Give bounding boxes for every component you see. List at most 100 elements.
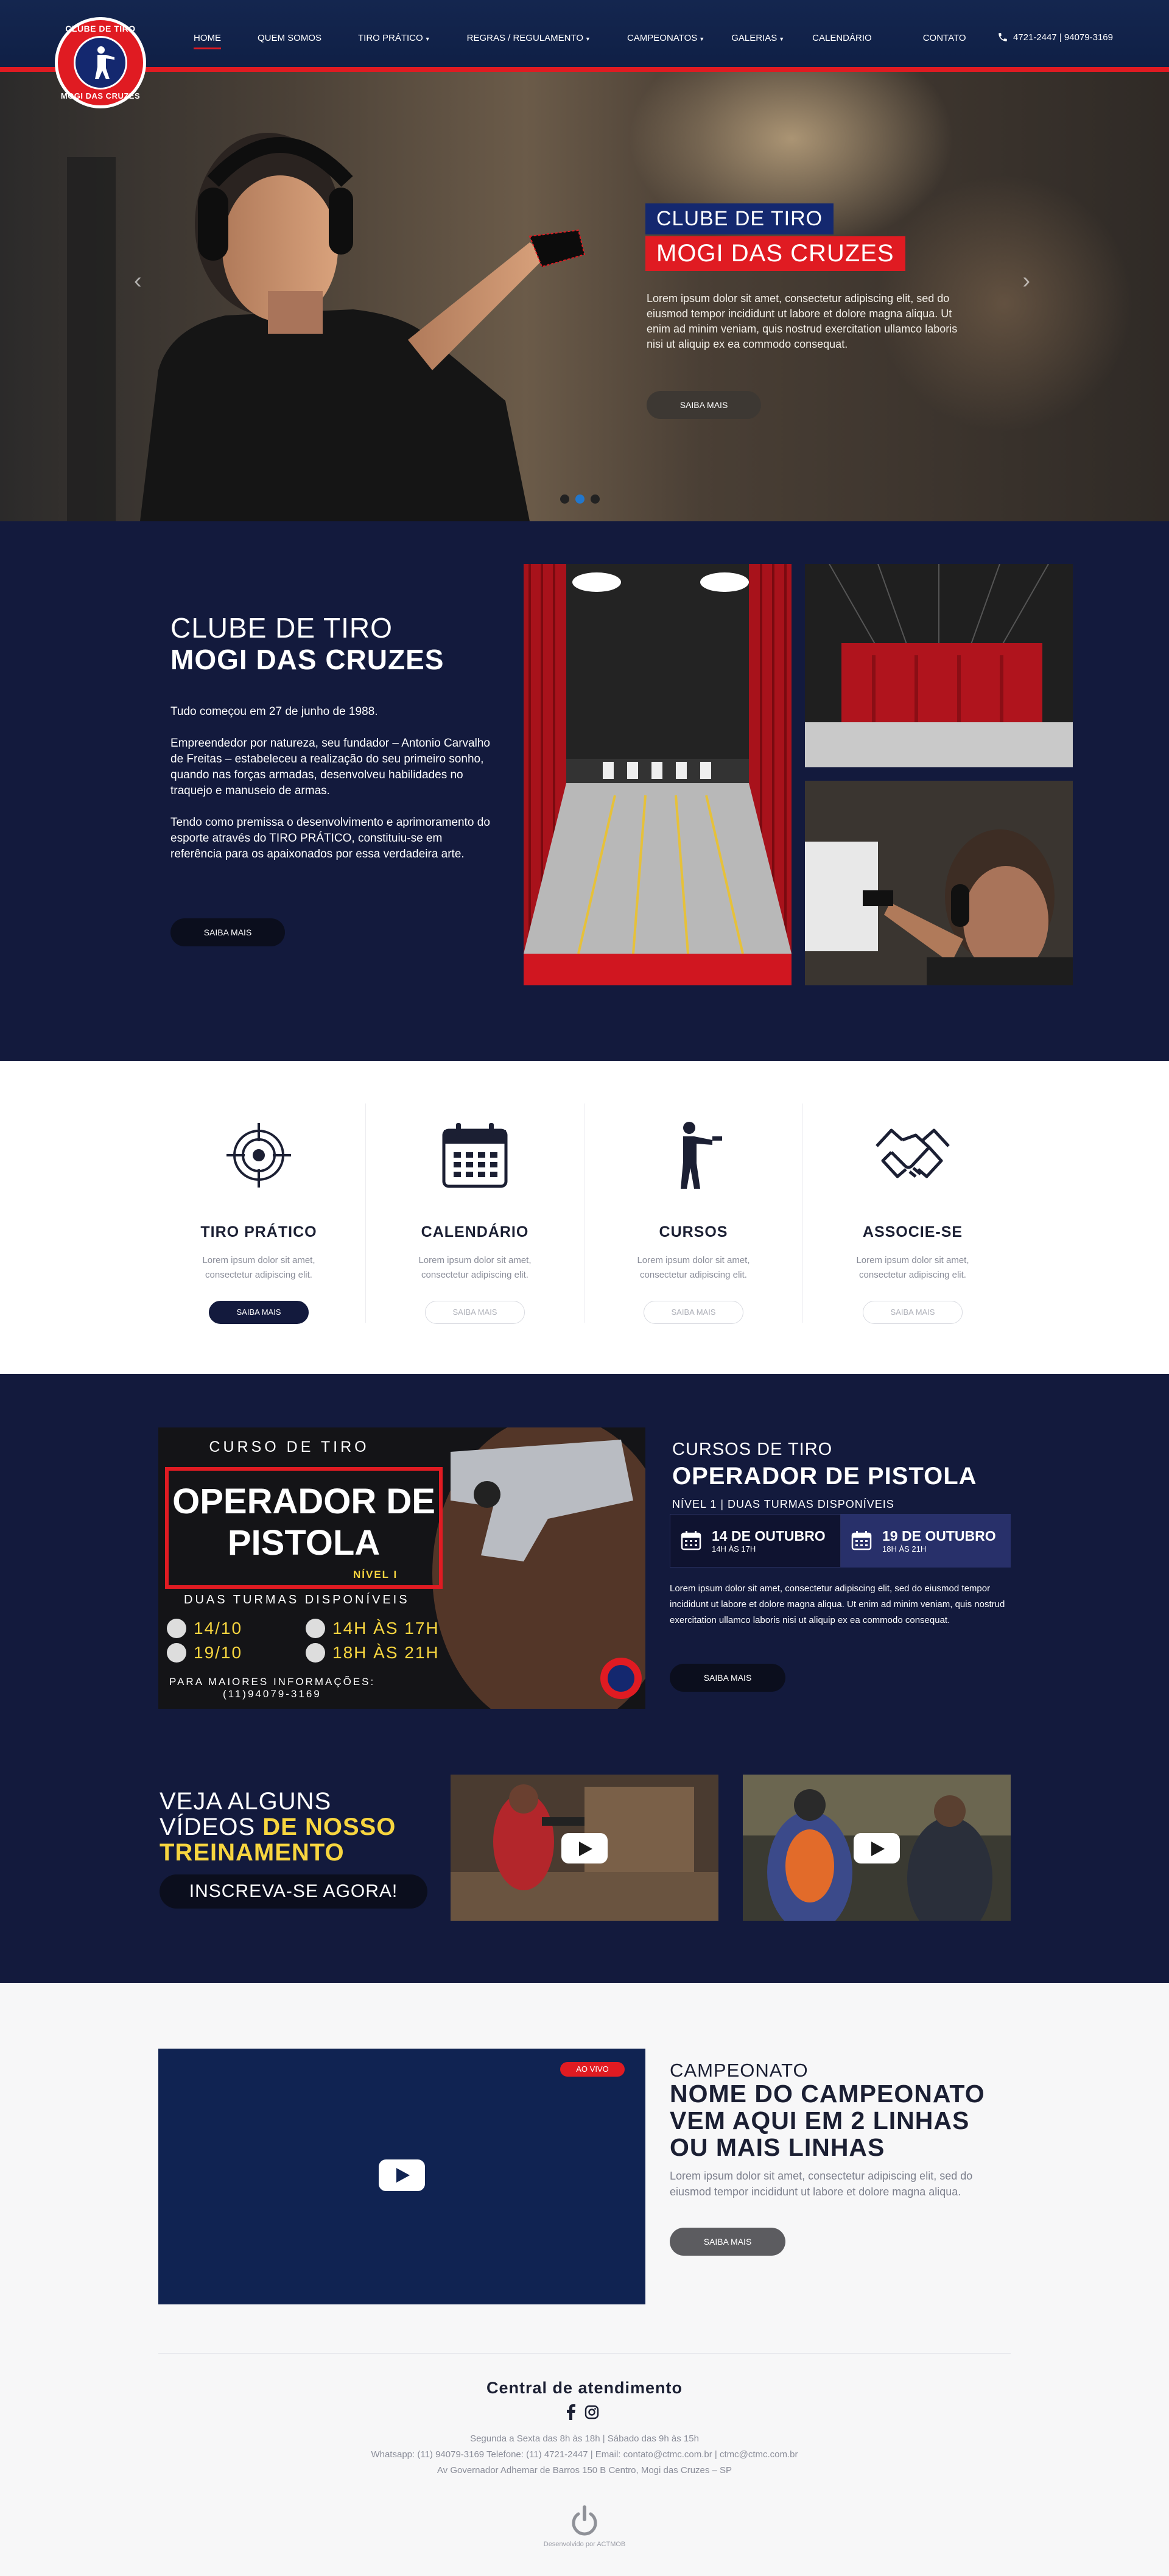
divider	[365, 1103, 366, 1323]
play-button-icon[interactable]	[379, 2159, 425, 2191]
hero-tag-clube: CLUBE DE TIRO	[645, 203, 834, 234]
phone-text: 4721-2447 | 94079-3169	[1013, 32, 1113, 43]
service-calendario: CALENDÁRIO Lorem ipsum dolor sit amet, c…	[384, 1116, 566, 1324]
calendar-icon	[681, 1531, 701, 1550]
header-phone[interactable]: 4721-2447 | 94079-3169	[997, 32, 1113, 43]
site-logo[interactable]: CLUBE DE TIRO MOGI DAS CRUZES	[55, 17, 146, 108]
range-lanes-photo[interactable]	[524, 564, 792, 985]
course-date-text: 19 DE OUTUBRO	[882, 1528, 996, 1544]
course-poster[interactable]: CURSO DE TIRO OPERADOR DE PISTOLA NÍVEL …	[158, 1427, 645, 1709]
service-saiba-mais-button[interactable]: SAIBA MAIS	[863, 1301, 963, 1324]
poster-subtitle: DUAS TURMAS DISPONÍVEIS	[184, 1593, 410, 1606]
play-button-icon[interactable]	[561, 1833, 608, 1863]
service-cursos: CURSOS Lorem ipsum dolor sit amet, conse…	[602, 1116, 785, 1324]
course-saiba-mais-button[interactable]: SAIBA MAIS	[670, 1664, 785, 1692]
championship-title: NOME DO CAMPEONATO VEM AQUI EM 2 LINHAS …	[670, 2080, 985, 2161]
nav-regras[interactable]: REGRAS / REGULAMENTO ▼	[467, 33, 591, 43]
poster-title-line1: OPERADOR DE	[172, 1482, 435, 1521]
play-button-icon[interactable]	[854, 1833, 900, 1863]
service-tiro-pratico: TIRO PRÁTICO Lorem ipsum dolor sit amet,…	[167, 1116, 350, 1324]
footer-contacts: Whatsapp: (11) 94079-3169 Telefone: (11)…	[371, 2449, 798, 2460]
service-title: CURSOS	[659, 1223, 728, 1240]
nav-contato[interactable]: CONTATO	[923, 33, 966, 43]
course-date-text: 14 DE OUTUBRO	[712, 1528, 826, 1544]
service-description: Lorem ipsum dolor sit amet, consectetur …	[856, 1255, 969, 1280]
social-links	[566, 2404, 599, 2420]
hero-text: Lorem ipsum dolor sit amet, consectetur …	[647, 292, 958, 350]
championship-label: CAMPEONATO	[670, 2060, 809, 2081]
facebook-icon[interactable]	[566, 2404, 576, 2420]
videos-heading-line1: VEJA ALGUNS	[160, 1788, 332, 1815]
training-video-2[interactable]	[743, 1775, 1011, 1921]
logo-text-bottom: MOGI DAS CRUZES	[60, 91, 141, 100]
hero-shooter-image	[67, 133, 586, 521]
course-description: Lorem ipsum dolor sit amet, consectetur …	[670, 1583, 1005, 1625]
shooter-icon	[681, 1122, 722, 1189]
poster-level: NÍVEL I	[353, 1569, 398, 1580]
service-description: Lorem ipsum dolor sit amet, consectetur …	[418, 1255, 532, 1280]
live-video-player[interactable]: AO VIVO	[158, 2049, 645, 2304]
slider-dot[interactable]	[560, 494, 569, 504]
nav-calendario[interactable]: CALENDÁRIO	[812, 33, 872, 43]
phone-icon	[999, 33, 1007, 41]
about-section: CLUBE DE TIRO MOGI DAS CRUZES Tudo começ…	[0, 521, 1169, 1061]
videos-heading-text: VÍDEOS	[160, 1814, 263, 1840]
site-header: HOME QUEM SOMOS TIRO PRÁTICO ▼ REGRAS / R…	[0, 0, 1169, 72]
calendar-icon	[851, 1531, 872, 1550]
slider-dot-active[interactable]	[575, 494, 584, 504]
poster-phone: (11)94079-3169	[223, 1688, 321, 1700]
about-title-line1: CLUBE DE TIRO	[170, 612, 393, 644]
service-description: Lorem ipsum dolor sit amet, consectetur …	[637, 1255, 750, 1280]
nav-home[interactable]: HOME	[194, 33, 221, 49]
handshake-icon	[876, 1128, 950, 1178]
service-saiba-mais-button[interactable]: SAIBA MAIS	[644, 1301, 743, 1324]
service-title: ASSOCIE-SE	[862, 1223, 963, 1240]
service-saiba-mais-button[interactable]: SAIBA MAIS	[425, 1301, 525, 1324]
developer-logo-icon[interactable]	[570, 2504, 599, 2538]
training-video-1[interactable]	[451, 1775, 718, 1921]
videos-heading-line2: VÍDEOS DE NOSSO	[160, 1814, 396, 1841]
shooter-training-photo[interactable]	[805, 781, 1073, 985]
slider-dot[interactable]	[591, 494, 600, 504]
service-title: CALENDÁRIO	[421, 1223, 529, 1240]
footer-heading: Central de atendimento	[486, 2379, 683, 2397]
poster-time2: 18H ÀS 21H	[332, 1643, 440, 1662]
course-time-text: 14H ÀS 17H	[712, 1544, 756, 1554]
course-level: NÍVEL 1 | DUAS TURMAS DISPONÍVEIS	[672, 1498, 894, 1510]
service-title: TIRO PRÁTICO	[200, 1223, 317, 1240]
header-red-line	[0, 67, 1169, 72]
prev-slide-arrow[interactable]: ‹	[134, 268, 142, 294]
service-saiba-mais-button[interactable]: SAIBA MAIS	[209, 1301, 309, 1324]
about-paragraph: Empreendedor por natureza, seu fundador …	[170, 737, 490, 797]
about-saiba-mais-button[interactable]: SAIBA MAIS	[170, 918, 285, 946]
poster-title-line2: PISTOLA	[227, 1523, 381, 1563]
videos-heading-highlight: DE NOSSO	[262, 1814, 396, 1840]
nav-galerias[interactable]: GALERIAS ▼	[731, 33, 784, 43]
hero-tag-mogi: MOGI DAS CRUZES	[645, 236, 905, 271]
course-date-1[interactable]: 14 DE OUTUBRO 14H ÀS 17H	[670, 1514, 841, 1568]
hero-slider: ‹ › CLUBE DE TIRO MOGI DAS CRUZES Lorem …	[0, 72, 1169, 521]
nav-quem-somos[interactable]: QUEM SOMOS	[258, 33, 321, 43]
poster-time1: 14H ÀS 17H	[332, 1619, 440, 1638]
nav-campeonatos[interactable]: CAMPEONATOS ▼	[627, 33, 704, 43]
slider-dots	[560, 494, 600, 504]
developer-credit[interactable]: Desenvolvido por ACTMOB	[0, 2541, 1169, 2548]
services-section: TIRO PRÁTICO Lorem ipsum dolor sit amet,…	[0, 1061, 1169, 1374]
range-booths-photo[interactable]	[805, 564, 1073, 767]
instagram-icon[interactable]	[584, 2405, 599, 2419]
chevron-down-icon: ▼	[779, 36, 785, 42]
subscribe-button[interactable]: INSCREVA-SE AGORA!	[160, 1874, 427, 1909]
hero-saiba-mais-button[interactable]: SAIBA MAIS	[647, 391, 761, 419]
championship-saiba-mais-button[interactable]: SAIBA MAIS	[670, 2228, 785, 2256]
nav-tiro-pratico[interactable]: TIRO PRÁTICO ▼	[358, 33, 430, 43]
chevron-down-icon: ▼	[585, 36, 591, 42]
calendar-icon	[442, 1123, 508, 1188]
course-time-text: 18H ÀS 21H	[882, 1544, 927, 1554]
poster-title: OPERADOR DE PISTOLA	[167, 1481, 441, 1564]
course-date-2[interactable]: 19 DE OUTUBRO 18H ÀS 21H	[841, 1514, 1011, 1568]
next-slide-arrow[interactable]: ›	[1022, 268, 1030, 294]
poster-info: PARA MAIORES INFORMAÇÕES:	[169, 1676, 376, 1687]
about-text: Tudo começou em 27 de junho de 1988. Emp…	[170, 704, 493, 878]
footer-address: Av Governador Adhemar de Barros 150 B Ce…	[437, 2465, 732, 2476]
course-dates: 14 DE OUTUBRO 14H ÀS 17H 19 DE OUTUBRO 18H…	[670, 1514, 1011, 1568]
